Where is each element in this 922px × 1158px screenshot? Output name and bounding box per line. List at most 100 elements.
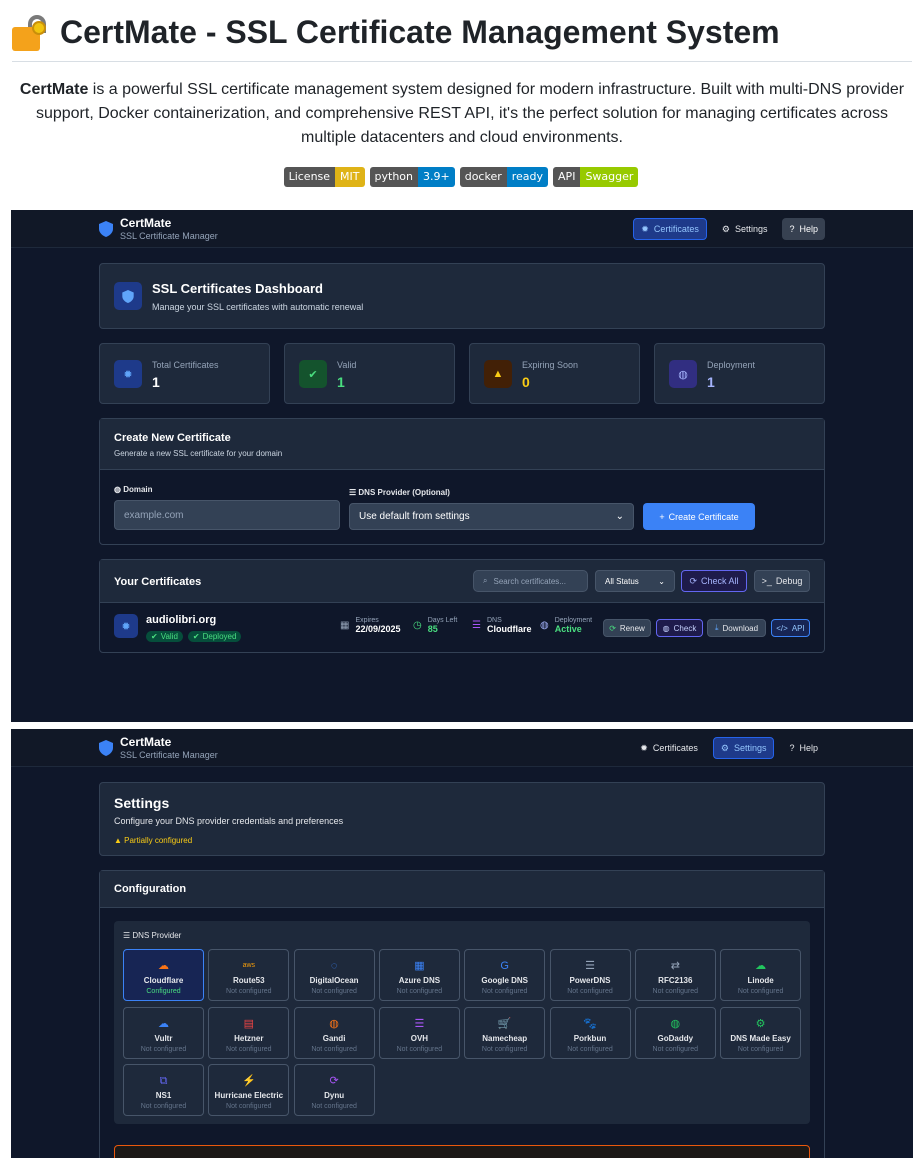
provider-logo-icon: ▤ xyxy=(243,1017,254,1030)
nav-help[interactable]: ? Help xyxy=(782,218,825,240)
create-certificate-button-label: Create Certificate xyxy=(668,511,739,522)
check-all-button[interactable]: ⟳ Check All xyxy=(681,570,747,592)
docker-badge[interactable]: docker ready xyxy=(459,167,549,187)
check-circle-icon: ✔ xyxy=(299,360,327,388)
provider-ns1[interactable]: ⧉ NS1 Not configured xyxy=(123,1064,204,1116)
provider-godaddy[interactable]: ◍ GoDaddy Not configured xyxy=(634,1006,716,1059)
nav-settings[interactable]: ⚙ Settings xyxy=(712,737,775,759)
api-button[interactable]: </> API xyxy=(771,619,810,637)
provider-ovh[interactable]: ☰ OVH Not configured xyxy=(378,1006,460,1059)
provider-digitalocean[interactable]: ◌ DigitalOcean Not configured xyxy=(293,949,375,1001)
provider-status: Not configured xyxy=(737,988,784,995)
badge-row: License MIT python 3.9+ docker ready API Swa… xyxy=(0,167,922,187)
search-input[interactable]: ⌕ Search certificates... xyxy=(473,570,588,592)
server-icon: ☰ xyxy=(123,931,133,940)
server-icon: ☰ xyxy=(349,488,359,497)
provider-azure-dns[interactable]: ▦ Azure DNS Not configured xyxy=(378,949,460,1001)
provider-status: Not configured xyxy=(140,1045,187,1053)
provider-status: Not configured xyxy=(567,988,613,995)
page-title: CertMate - SSL Certificate Management Sy… xyxy=(60,14,780,50)
api-badge[interactable]: API Swagger xyxy=(553,167,639,187)
brand[interactable]: CertMate SSL Certificate Manager xyxy=(99,735,218,761)
nav-settings[interactable]: ⚙ Settings xyxy=(715,218,775,240)
provider-hurricane-electric[interactable]: ⚡ Hurricane Electric Not configured xyxy=(208,1064,290,1116)
search-placeholder: Search certificates... xyxy=(493,576,566,586)
brand[interactable]: CertMate SSL Certificate Manager xyxy=(99,216,218,242)
debug-button[interactable]: >_ Debug xyxy=(754,570,810,592)
check-button[interactable]: ◍ Check xyxy=(656,619,703,637)
provider-logo-icon: ◍ xyxy=(670,1017,681,1030)
provider-dns-made-easy[interactable]: ⚙ DNS Made Easy Not configured xyxy=(720,1006,802,1059)
expires-value: 22/09/2025 xyxy=(355,624,401,634)
warning-icon: ▲ xyxy=(484,360,512,388)
nav-help[interactable]: ? Help xyxy=(782,737,825,759)
status-filter-select[interactable]: All Status ⌄ xyxy=(595,570,675,592)
provider-status: Not configured xyxy=(481,1045,528,1053)
cert-deployment: ◍ Deployment Active xyxy=(540,617,592,634)
provider-rfc2136[interactable]: ⇄ RFC2136 Not configured xyxy=(634,949,716,1001)
download-button[interactable]: ⤓ Download xyxy=(707,619,766,637)
provider-powerdns[interactable]: ☰ PowerDNS Not configured xyxy=(549,949,631,1001)
provider-name: Linode xyxy=(747,976,774,985)
nav-settings-label: Settings xyxy=(733,743,767,753)
stat-valid-label: Valid xyxy=(337,360,357,370)
provider-route53[interactable]: aws Route53 Not configured xyxy=(208,949,290,1001)
globe-icon: ◍ xyxy=(114,485,124,494)
help-icon: ? xyxy=(789,224,795,234)
nav-certificates[interactable]: ✹ Certificates xyxy=(633,218,707,240)
valid-badge: ✔ Valid xyxy=(146,631,183,642)
check-circle-icon: ✔ xyxy=(192,632,200,641)
dns-label: DNS xyxy=(486,617,502,624)
provider-status: Not configured xyxy=(226,1045,272,1053)
expires-label: Expires xyxy=(355,617,379,624)
provider-name: Google DNS xyxy=(481,976,529,985)
create-certificate-button[interactable]: + Create Certificate xyxy=(643,503,755,530)
code-icon: </> xyxy=(776,623,788,633)
license-badge[interactable]: License MIT xyxy=(283,167,365,187)
stat-expiring-label: Expiring Soon xyxy=(522,360,579,370)
help-icon: ? xyxy=(789,743,795,753)
provider-cloudflare[interactable]: ☁ Cloudflare Configured xyxy=(123,949,204,1001)
status-filter-value: All Status xyxy=(605,576,639,586)
dns-provider-section: ☰ DNS Provider ☁ Cloudflare Configured aws R… xyxy=(114,921,810,1124)
provider-logo-icon: ⧉ xyxy=(159,1075,168,1087)
nav-certificates-label: Certificates xyxy=(653,224,699,234)
terminal-icon: >_ xyxy=(761,576,772,586)
cert-domain[interactable]: audiolibri.org xyxy=(146,614,216,626)
provider-porkbun[interactable]: 🐾 Porkbun Not configured xyxy=(549,1006,631,1059)
provider-google-dns[interactable]: G Google DNS Not configured xyxy=(464,949,546,1001)
warning-icon: ▲ xyxy=(114,836,125,845)
provider-namecheap[interactable]: 🛒 Namecheap Not configured xyxy=(464,1006,546,1059)
provider-vultr[interactable]: ☁ Vultr Not configured xyxy=(123,1006,204,1059)
provider-gandi[interactable]: ◍ Gandi Not configured xyxy=(293,1006,375,1059)
provider-linode[interactable]: ☁ Linode Not configured xyxy=(720,949,802,1001)
certificate-row[interactable]: ✹ audiolibri.org ✔ Valid ✔ Deployed ▦ Expi… xyxy=(100,603,824,653)
domain-input[interactable]: example.com xyxy=(114,500,340,530)
provider-logo-icon: G xyxy=(500,960,509,972)
plus-icon: + xyxy=(659,511,665,522)
settings-screenshot: CertMate SSL Certificate Manager ✹ Certif… xyxy=(11,729,913,1158)
nav-certificates[interactable]: ✹ Certificates xyxy=(633,737,705,759)
provider-dynu[interactable]: ⟳ Dynu Not configured xyxy=(293,1064,375,1116)
provider-hetzner[interactable]: ▤ Hetzner Not configured xyxy=(208,1006,290,1059)
settings-subtitle: Configure your DNS provider credentials … xyxy=(114,816,344,826)
provider-logo-icon: ☁ xyxy=(755,960,767,972)
gear-icon: ⚙ xyxy=(721,223,730,234)
python-badge[interactable]: python 3.9+ xyxy=(369,167,455,187)
intro-bold: CertMate xyxy=(19,81,89,98)
readme-title-bar: CertMate - SSL Certificate Management Sy… xyxy=(12,12,912,62)
brand-subtitle: SSL Certificate Manager xyxy=(120,750,218,760)
shield-icon xyxy=(99,740,113,756)
globe-icon: ◍ xyxy=(662,623,670,633)
provider-status: Configured xyxy=(146,988,181,995)
provider-status: Not configured xyxy=(140,1103,187,1110)
provider-status: Not configured xyxy=(311,1103,357,1110)
python-badge-value: 3.9+ xyxy=(418,167,455,187)
debug-label: Debug xyxy=(775,576,803,586)
certificates-list-card: Your Certificates ⌕ Search certificates..… xyxy=(99,559,825,653)
certificate-icon: ✹ xyxy=(114,360,142,388)
dns-provider-select[interactable]: Use default from settings ⌄ xyxy=(349,503,634,530)
provider-name: Route53 xyxy=(233,976,265,985)
renew-button[interactable]: ⟳ Renew xyxy=(603,619,651,637)
certificate-icon: ✹ xyxy=(114,614,138,638)
